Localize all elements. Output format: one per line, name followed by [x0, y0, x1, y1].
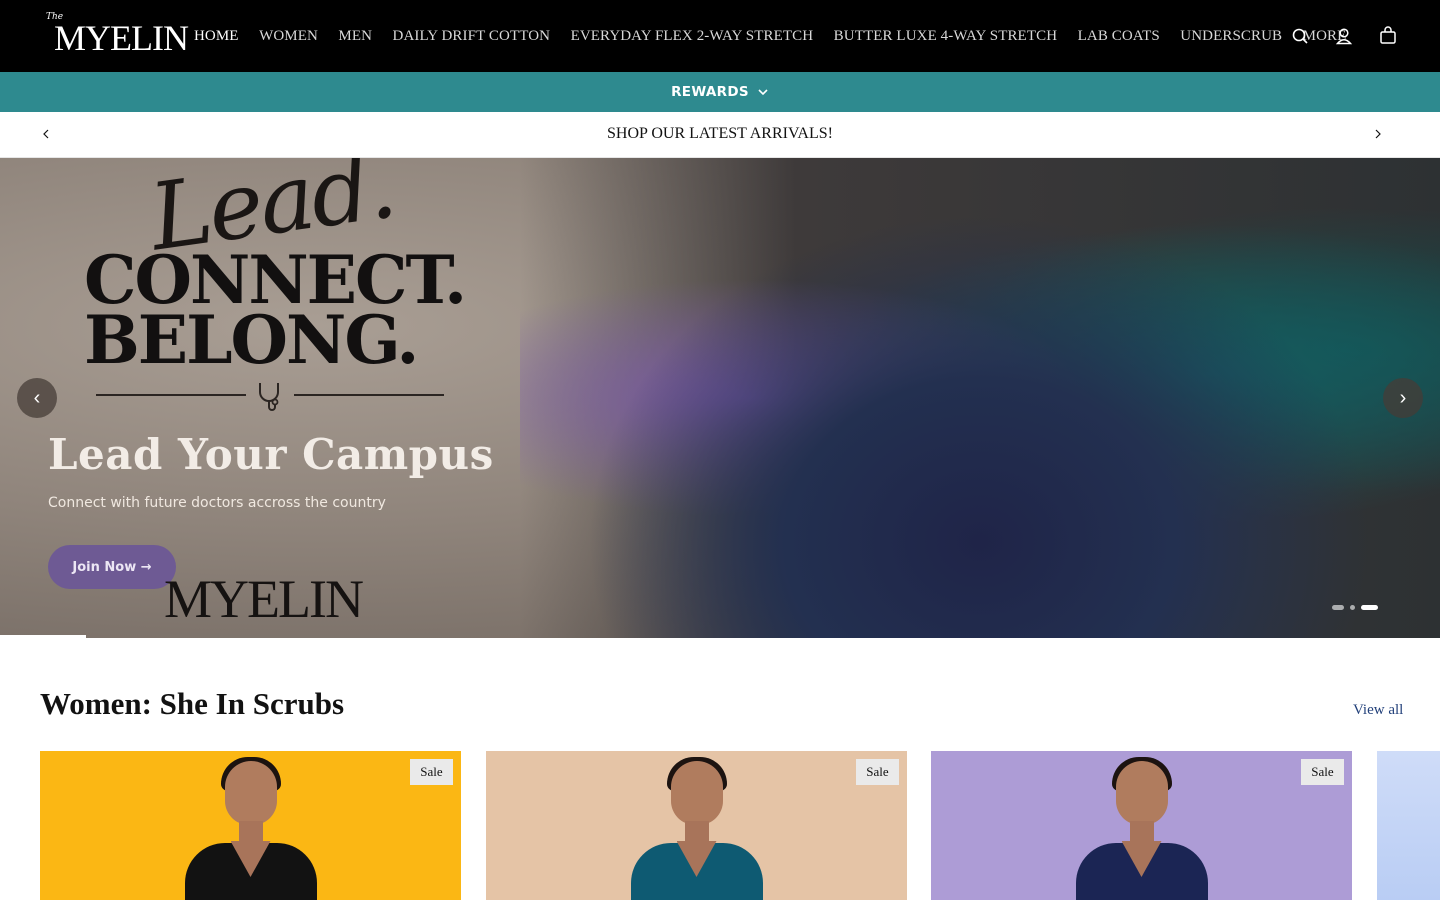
nav-item-butter-luxe[interactable]: BUTTER LUXE 4-WAY STRETCH [834, 28, 1057, 45]
chevron-down-icon [758, 89, 768, 96]
rewards-label: REWARDS [671, 84, 749, 100]
main-nav: HOME WOMEN MEN DAILY DRIFT COTTON EVERYD… [194, 0, 1367, 72]
product-card[interactable]: Sale [486, 751, 907, 900]
join-now-button[interactable]: Join Now → [48, 545, 176, 589]
sale-badge: Sale [1301, 759, 1344, 785]
nav-item-home[interactable]: HOME [194, 28, 239, 45]
hero-brand-logo: MYELIN [164, 569, 364, 629]
sale-badge: Sale [856, 759, 899, 785]
site-header: The MYELIN HOME WOMEN MEN DAILY DRIFT CO… [0, 0, 1440, 72]
nav-item-women[interactable]: WOMEN [259, 28, 318, 45]
chevron-right-icon[interactable] [1371, 127, 1385, 141]
nav-item-lab-coats[interactable]: LAB COATS [1078, 28, 1160, 45]
slide-progress-bar [0, 635, 86, 638]
announcement-text[interactable]: SHOP OUR LATEST ARRIVALS! [0, 125, 1440, 143]
product-card-partial[interactable] [1377, 751, 1440, 900]
cart-icon[interactable] [1378, 24, 1398, 48]
product-image [181, 757, 321, 900]
product-card[interactable]: Sale [931, 751, 1352, 900]
slide-dot-2[interactable] [1350, 605, 1355, 610]
hero-headline-line-2: BELONG. [84, 301, 419, 379]
logo-text: MYELIN [54, 18, 189, 58]
announcement-bar: SHOP OUR LATEST ARRIVALS! [0, 112, 1440, 158]
slide-dot-3[interactable] [1361, 605, 1378, 610]
hero-subtitle: Connect with future doctors accross the … [48, 495, 386, 511]
section-title: Women: She In Scrubs [40, 686, 345, 721]
account-icon[interactable] [1334, 24, 1354, 48]
nav-item-men[interactable]: MEN [338, 28, 372, 45]
product-card[interactable]: Sale [40, 751, 461, 900]
hero-prev-button[interactable]: ‹ [17, 378, 57, 418]
nav-item-underscrub[interactable]: UNDERSCRUB [1180, 28, 1282, 45]
hero-title: Lead Your Campus [48, 430, 494, 479]
nav-item-everyday-flex[interactable]: EVERYDAY FLEX 2-WAY STRETCH [571, 28, 814, 45]
product-image [627, 757, 767, 900]
header-icons [1290, 24, 1398, 48]
sale-badge: Sale [410, 759, 453, 785]
hero-photo [520, 158, 1440, 638]
hero-next-button[interactable]: › [1383, 378, 1423, 418]
hero-headline: CONNECT. BELONG. [84, 247, 467, 379]
nav-item-daily-drift-cotton[interactable]: DAILY DRIFT COTTON [393, 28, 551, 45]
hero-slideshow: Lead. CONNECT. BELONG. Lead Your Campus … [0, 158, 1440, 638]
logo[interactable]: The MYELIN [44, 12, 189, 60]
slide-dot-1[interactable] [1332, 605, 1344, 610]
search-icon[interactable] [1290, 24, 1310, 48]
stethoscope-icon [259, 383, 279, 411]
rewards-bar[interactable]: REWARDS [0, 72, 1440, 112]
product-image [1072, 757, 1212, 900]
slide-indicators [1332, 605, 1378, 610]
view-all-link[interactable]: View all [1353, 702, 1403, 719]
